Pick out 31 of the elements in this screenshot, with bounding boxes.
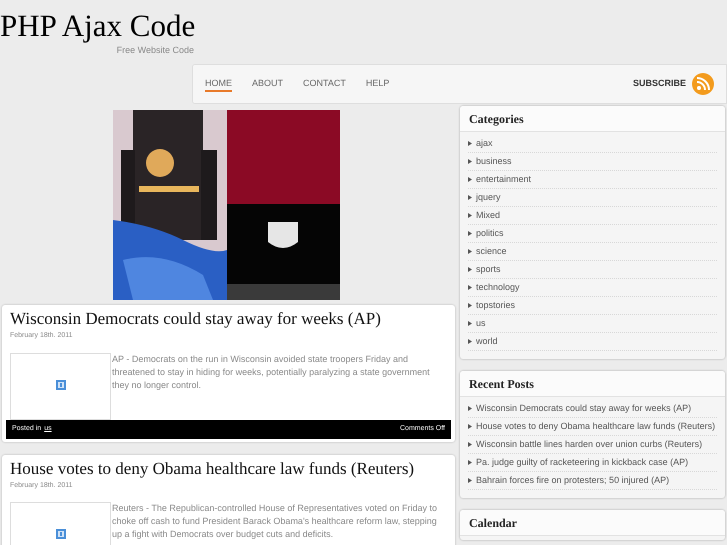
subscribe-link[interactable]: SUBSCRIBE <box>632 77 686 91</box>
sidebar-link[interactable]: jquery <box>476 191 501 204</box>
widget-title: Recent Posts <box>469 376 534 392</box>
nav-link[interactable]: HOME <box>205 76 232 92</box>
post-excerpt: Reuters - The Republican-controlled House of Representatives voted on Friday to choke off cash to fund President Barack Obama's healthcare reform law, stepping up a fight with Democrats over budget cuts and deficits. <box>112 502 438 541</box>
nav-link[interactable]: ABOUT <box>252 76 284 92</box>
widget-title: Calendar <box>469 514 517 532</box>
sidebar-link[interactable]: Mixed <box>476 209 500 222</box>
sidebar-link[interactable]: topstories <box>476 299 516 312</box>
nav-link[interactable]: HELP <box>366 76 390 92</box>
sidebar-link[interactable]: ajax <box>476 137 493 150</box>
sidebar-link[interactable]: science <box>476 245 507 258</box>
post-excerpt: AP - Democrats on the run in Wisconsin avoided state troopers Friday and threatened to stay in hiding for weeks, potentially paralyzing a state government they no longer control. <box>112 352 431 392</box>
site-title[interactable]: PHP Ajax Code <box>0 8 196 44</box>
sidebar-link[interactable]: sports <box>476 263 501 276</box>
post-title[interactable]: House votes to deny Obama healthcare law funds (Reuters) <box>6 458 451 478</box>
site-tagline: Free Website Code <box>116 44 194 56</box>
sidebar-link[interactable]: business <box>476 155 512 168</box>
sidebar-link[interactable]: entertainment <box>476 173 532 186</box>
sidebar-link[interactable]: politics <box>476 227 504 240</box>
sidebar-link[interactable]: technology <box>476 281 520 294</box>
sidebar-link[interactable]: us <box>476 317 486 330</box>
sidebar-link[interactable]: Bahrain forces fire on protesters; 50 injured (AP) <box>476 474 670 487</box>
sidebar-link[interactable]: Wisconsin Democrats could stay away for weeks (AP) <box>476 402 692 415</box>
sidebar-link[interactable]: Wisconsin battle lines harden over union curbs (Reuters) <box>476 438 702 451</box>
post-title[interactable]: Wisconsin Democrats could stay away for weeks (AP) <box>6 309 451 329</box>
widget-title: Categories <box>469 110 524 128</box>
sidebar-link[interactable]: Pa. judge guilty of racketeering in kickback case (AP) <box>476 456 688 469</box>
sidebar-link[interactable]: House votes to deny Obama healthcare law funds (Reuters) <box>476 420 716 433</box>
nav-link[interactable]: CONTACT <box>303 76 346 92</box>
sidebar-link[interactable]: world <box>476 335 498 348</box>
